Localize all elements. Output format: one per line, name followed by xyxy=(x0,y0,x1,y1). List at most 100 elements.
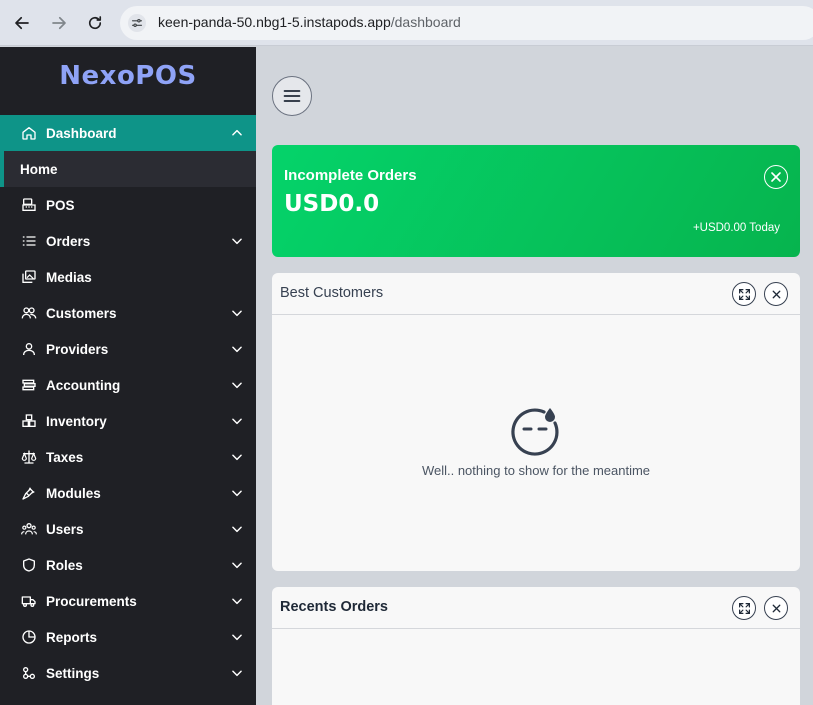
card-title: Incomplete Orders xyxy=(284,167,417,184)
site-info-icon[interactable] xyxy=(128,14,146,32)
hamburger-icon xyxy=(282,86,302,106)
chevron-down-icon xyxy=(230,342,244,356)
sidebar-item-providers[interactable]: Providers xyxy=(0,331,256,367)
sidebar-item-label: Reports xyxy=(46,630,97,645)
panel-title: Recents Orders xyxy=(280,599,388,615)
browser-toolbar: keen-panda-50.nbg1-5.instapods.app/dashb… xyxy=(0,0,813,46)
sidebar-item-orders[interactable]: Orders xyxy=(0,223,256,259)
truck-icon xyxy=(20,592,38,610)
close-button[interactable] xyxy=(764,282,788,306)
home-icon xyxy=(20,124,38,142)
list-icon xyxy=(20,232,38,250)
app-logo[interactable]: NexoPOS xyxy=(0,61,256,91)
sidebar-item-label: Home xyxy=(20,162,58,177)
sidebar-item-label: Roles xyxy=(46,558,83,573)
sidebar: NexoPOS Dashboard Home POS Orders Medias… xyxy=(0,47,256,705)
sidebar-item-label: Customers xyxy=(46,306,117,321)
scale-icon xyxy=(20,448,38,466)
close-icon xyxy=(771,172,781,182)
main-content: Incomplete Orders USD0.0 +USD0.00 Today … xyxy=(256,47,813,705)
sidebar-item-label: Users xyxy=(46,522,84,537)
recent-orders-panel: Recents Orders xyxy=(272,587,800,705)
sidebar-item-reports[interactable]: Reports xyxy=(0,619,256,655)
sidebar-item-accounting[interactable]: Accounting xyxy=(0,367,256,403)
reload-icon xyxy=(86,14,104,32)
settings-icon xyxy=(20,664,38,682)
sidebar-item-label: Taxes xyxy=(46,450,83,465)
pie-chart-icon xyxy=(20,628,38,646)
forward-button[interactable] xyxy=(47,11,71,35)
expand-button[interactable] xyxy=(732,282,756,306)
chevron-up-icon xyxy=(230,126,244,140)
close-icon xyxy=(770,288,783,301)
chevron-down-icon xyxy=(230,450,244,464)
panel-title: Best Customers xyxy=(280,285,383,301)
reload-button[interactable] xyxy=(83,11,107,35)
chevron-down-icon xyxy=(230,234,244,248)
sidebar-item-label: POS xyxy=(46,198,75,213)
url-text: keen-panda-50.nbg1-5.instapods.app/dashb… xyxy=(158,14,461,30)
sidebar-item-home[interactable]: Home xyxy=(0,151,256,187)
url-host: keen-panda-50.nbg1-5.instapods.app xyxy=(158,14,391,30)
sidebar-item-label: Procurements xyxy=(46,594,137,609)
sidebar-item-inventory[interactable]: Inventory xyxy=(0,403,256,439)
sidebar-item-label: Accounting xyxy=(46,378,120,393)
chevron-down-icon xyxy=(230,666,244,680)
close-icon xyxy=(770,602,783,615)
best-customers-panel: Best Customers Well.. nothing to show fo… xyxy=(272,273,800,571)
sidebar-item-taxes[interactable]: Taxes xyxy=(0,439,256,475)
chevron-down-icon xyxy=(230,414,244,428)
arrow-left-icon xyxy=(13,14,31,32)
chevron-down-icon xyxy=(230,306,244,320)
sidebar-item-label: Medias xyxy=(46,270,92,285)
sidebar-item-dashboard[interactable]: Dashboard xyxy=(0,115,256,151)
chevron-down-icon xyxy=(230,558,244,572)
sidebar-item-label: Settings xyxy=(46,666,99,681)
chevron-down-icon xyxy=(230,522,244,536)
sidebar-item-label: Inventory xyxy=(46,414,107,429)
incomplete-orders-card: Incomplete Orders USD0.0 +USD0.00 Today xyxy=(272,145,800,257)
card-value: USD0.0 xyxy=(284,191,379,217)
expand-icon xyxy=(738,288,751,301)
sidebar-item-label: Orders xyxy=(46,234,90,249)
empty-state: Well.. nothing to show for the meantime xyxy=(272,405,800,478)
expand-button[interactable] xyxy=(732,596,756,620)
address-bar[interactable]: keen-panda-50.nbg1-5.instapods.app/dashb… xyxy=(120,6,813,40)
user-icon xyxy=(20,340,38,358)
group-icon xyxy=(20,520,38,538)
sidebar-item-users[interactable]: Users xyxy=(0,511,256,547)
menu-toggle-button[interactable] xyxy=(272,76,312,116)
users-icon xyxy=(20,304,38,322)
accounting-icon xyxy=(20,376,38,394)
card-today: +USD0.00 Today xyxy=(693,222,780,234)
sidebar-item-label: Dashboard xyxy=(46,126,117,141)
sidebar-item-medias[interactable]: Medias xyxy=(0,259,256,295)
pos-icon xyxy=(20,196,38,214)
url-path: /dashboard xyxy=(391,14,461,30)
sidebar-item-settings[interactable]: Settings xyxy=(0,655,256,691)
panel-header: Best Customers xyxy=(272,273,800,315)
sidebar-item-customers[interactable]: Customers xyxy=(0,295,256,331)
inventory-icon xyxy=(20,412,38,430)
back-button[interactable] xyxy=(10,11,34,35)
sidebar-menu: Dashboard Home POS Orders Medias Custome… xyxy=(0,115,256,691)
sidebar-item-roles[interactable]: Roles xyxy=(0,547,256,583)
sidebar-item-label: Modules xyxy=(46,486,101,501)
close-button[interactable] xyxy=(764,596,788,620)
expand-icon xyxy=(738,602,751,615)
images-icon xyxy=(20,268,38,286)
sweat-face-icon xyxy=(510,405,562,457)
close-button[interactable] xyxy=(764,165,788,189)
sidebar-item-label: Providers xyxy=(46,342,108,357)
sidebar-item-modules[interactable]: Modules xyxy=(0,475,256,511)
empty-message: Well.. nothing to show for the meantime xyxy=(272,463,800,478)
arrow-right-icon xyxy=(50,14,68,32)
sidebar-item-pos[interactable]: POS xyxy=(0,187,256,223)
chevron-down-icon xyxy=(230,486,244,500)
shield-icon xyxy=(20,556,38,574)
sidebar-item-procurements[interactable]: Procurements xyxy=(0,583,256,619)
plug-icon xyxy=(20,484,38,502)
chevron-down-icon xyxy=(230,594,244,608)
chevron-down-icon xyxy=(230,378,244,392)
chevron-down-icon xyxy=(230,630,244,644)
